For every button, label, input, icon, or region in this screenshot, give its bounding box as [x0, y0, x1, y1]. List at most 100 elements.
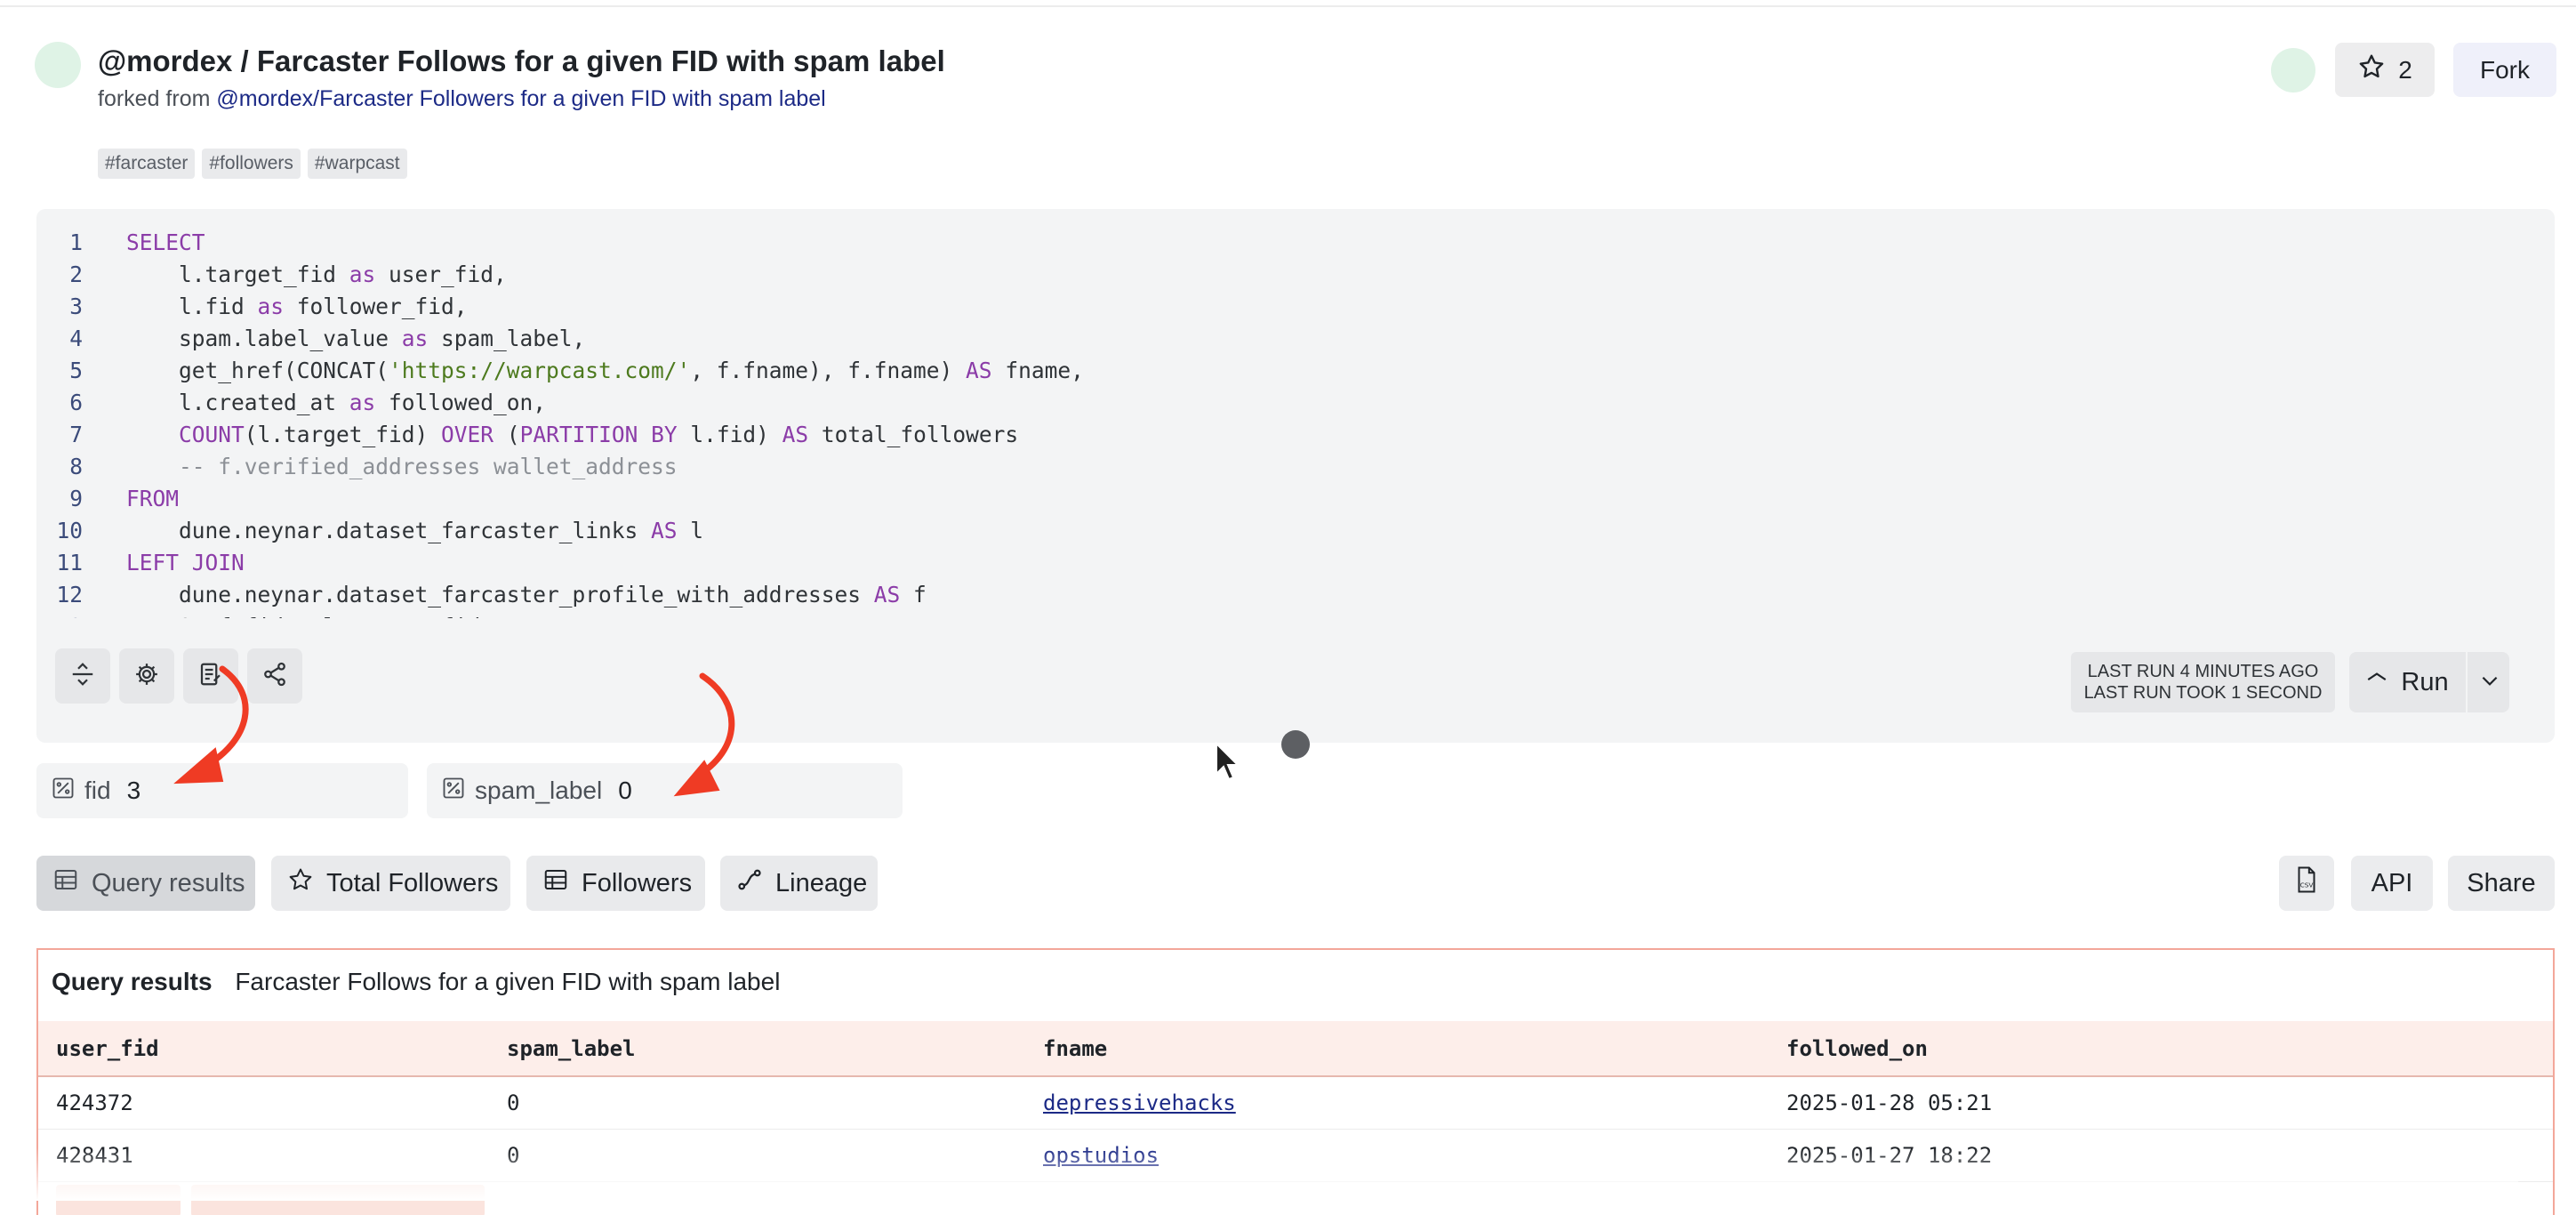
cell-user-fid: 424372	[56, 1090, 133, 1115]
param-fid-value[interactable]: 3	[127, 776, 141, 805]
code-token: LEFT JOIN	[126, 550, 245, 575]
code-token: (l.target_fid)	[244, 422, 442, 447]
run-options-dropdown[interactable]	[2466, 652, 2511, 712]
tag-warpcast[interactable]: #warpcast	[307, 149, 407, 179]
run-button[interactable]: Run	[2349, 652, 2465, 712]
run-icon	[2365, 667, 2388, 697]
code-token: 'https://warpcast.com/'	[389, 358, 691, 383]
code-line[interactable]: 5 get_href(CONCAT('https://warpcast.com/…	[36, 355, 2555, 387]
author-avatar[interactable]	[35, 42, 81, 88]
code-line[interactable]: 4 spam.label_value as spam_label,	[36, 323, 2555, 355]
code-line[interactable]: 13 ON f.fid = l.target_fid	[36, 611, 2555, 618]
collapse-editor-button[interactable]	[55, 648, 110, 704]
code-line[interactable]: 10 dune.neynar.dataset_farcaster_links A…	[36, 515, 2555, 547]
results-header: Query results Farcaster Follows for a gi…	[52, 968, 780, 996]
tab-query-results-label: Query results	[92, 868, 245, 897]
download-csv-button[interactable]: CSV	[2279, 856, 2334, 911]
format-icon	[197, 661, 224, 692]
cell-fname-link[interactable]: depressivehacks	[1043, 1077, 1236, 1129]
tag-farcaster[interactable]: #farcaster	[98, 149, 196, 179]
line-number: 2	[69, 262, 83, 287]
results-title: Farcaster Follows for a given FID with s…	[235, 968, 781, 995]
code-token: dune.neynar.dataset_farcaster_links	[126, 518, 652, 543]
column-header-followed-on[interactable]: followed_on	[1786, 1021, 1928, 1075]
code-line[interactable]: 3 l.fid as follower_fid,	[36, 291, 2555, 323]
code-token: PARTITION BY	[519, 422, 678, 447]
tab-lineage[interactable]: Lineage	[720, 856, 878, 911]
code-token: AS	[782, 422, 809, 447]
tag-followers[interactable]: #followers	[202, 149, 301, 179]
param-fid[interactable]: fid 3	[36, 763, 408, 818]
code-token: OVER	[441, 422, 494, 447]
code-token: ON f.fid = l.target_fid	[126, 614, 480, 618]
star-count: 2	[2398, 55, 2412, 84]
results-label: Query results	[52, 968, 213, 995]
star-icon	[287, 866, 314, 900]
tab-query-results[interactable]: Query results	[36, 856, 255, 911]
code-line[interactable]: 8 -- f.verified_addresses wallet_address	[36, 451, 2555, 483]
code-token: spam.label_value	[126, 326, 402, 351]
code-token: dune.neynar.dataset_farcaster_profile_wi…	[126, 582, 874, 608]
param-spam-label[interactable]: spam_label 0	[427, 763, 903, 818]
code-line[interactable]: 11 LEFT JOIN	[36, 547, 2555, 579]
code-text: dune.neynar.dataset_farcaster_profile_wi…	[126, 579, 927, 611]
code-token: followed_on,	[375, 390, 547, 415]
line-number: 10	[56, 518, 83, 543]
code-token: l.fid)	[677, 422, 782, 447]
last-run-duration: LAST RUN TOOK 1 SECOND	[2083, 683, 2323, 703]
code-line[interactable]: 9 FROM	[36, 483, 2555, 515]
fork-button[interactable]: Fork	[2453, 43, 2556, 97]
code-token: as	[257, 294, 285, 319]
tab-total-followers-label: Total Followers	[326, 868, 499, 897]
format-button[interactable]	[183, 648, 238, 704]
code-token: as	[349, 262, 376, 287]
star-button[interactable]: 2	[2335, 43, 2435, 97]
settings-button[interactable]	[119, 648, 174, 704]
code-token: (	[494, 422, 520, 447]
code-token: total_followers	[808, 422, 1019, 447]
code-token: AS	[966, 358, 992, 383]
tab-followers-label: Followers	[582, 868, 693, 897]
query-title: @mordex / Farcaster Follows for a given …	[98, 44, 945, 77]
share-button[interactable]: Share	[2448, 856, 2555, 911]
code-line[interactable]: 7 COUNT(l.target_fid) OVER (PARTITION BY…	[36, 419, 2555, 451]
code-text: ON f.fid = l.target_fid	[126, 611, 480, 618]
code-token: -- f.verified_addresses wallet_address	[126, 454, 678, 479]
last-run-time: LAST RUN 4 MINUTES AGO	[2087, 662, 2319, 681]
csv-icon: CSV	[2291, 865, 2322, 902]
column-header-fname[interactable]: fname	[1043, 1021, 1107, 1075]
star-icon	[2357, 52, 2386, 87]
line-number: 3	[69, 294, 83, 319]
code-text: FROM	[126, 483, 179, 515]
collapse-icon	[69, 661, 96, 692]
code-text: spam.label_value as spam_label,	[126, 323, 585, 355]
code-area[interactable]: 1 SELECT 2 l.target_fid as user_fid, 3 l.fi…	[36, 227, 2555, 618]
line-number: 1	[69, 229, 83, 255]
line-number: 9	[69, 486, 83, 511]
code-text: l.created_at as followed_on,	[126, 387, 546, 419]
column-header-user-fid[interactable]: user_fid	[56, 1021, 159, 1075]
tab-total-followers[interactable]: Total Followers	[271, 856, 510, 911]
code-line[interactable]: 12 dune.neynar.dataset_farcaster_profile…	[36, 579, 2555, 611]
param-spam-label-value[interactable]: 0	[618, 776, 632, 805]
tab-followers[interactable]: Followers	[526, 856, 705, 911]
share-query-button[interactable]	[247, 648, 302, 704]
table-icon	[52, 866, 79, 900]
tab-lineage-label: Lineage	[775, 868, 868, 897]
forked-from-link[interactable]: @mordex/Farcaster Followers for a given …	[216, 86, 825, 111]
viewer-avatar[interactable]	[2271, 48, 2315, 93]
api-button[interactable]: API	[2351, 856, 2433, 911]
code-line[interactable]: 1 SELECT	[36, 227, 2555, 259]
code-token: FROM	[126, 486, 180, 511]
line-number: 12	[56, 582, 83, 608]
code-token: l	[677, 518, 704, 543]
line-number: 8	[69, 454, 83, 479]
column-header-spam-label[interactable]: spam_label	[507, 1021, 636, 1075]
param-spam-label-name: spam_label	[475, 776, 603, 804]
code-line[interactable]: 6 l.created_at as followed_on,	[36, 387, 2555, 419]
code-text: LEFT JOIN	[126, 547, 245, 579]
code-line[interactable]: 2 l.target_fid as user_fid,	[36, 259, 2555, 291]
sql-editor[interactable]: 1 SELECT 2 l.target_fid as user_fid, 3 l.fi…	[36, 209, 2555, 743]
line-number: 7	[69, 422, 83, 447]
